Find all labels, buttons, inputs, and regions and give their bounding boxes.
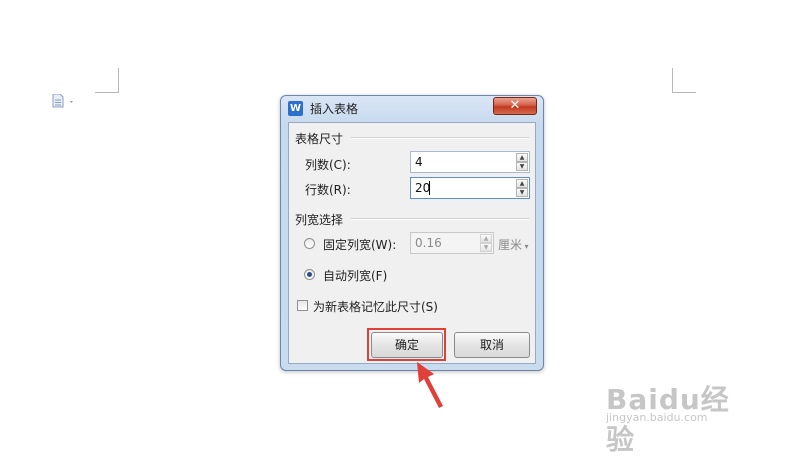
fixed-width-radio[interactable] [304,238,315,249]
insert-table-dialog: W 插入表格 ✕ 表格尺寸 列数(C): 4 ▲ ▼ 行数(R): 20 ▲ ▼ [280,95,544,371]
dialog-title: 插入表格 [310,102,359,116]
rows-down-icon[interactable]: ▼ [516,188,528,197]
dialog-body: 表格尺寸 列数(C): 4 ▲ ▼ 行数(R): 20 ▲ ▼ 列宽选择 固定列… [288,122,536,364]
auto-width-radio[interactable] [304,269,315,280]
watermark-url: jingyan.baidu.com [606,411,708,424]
unit-label: 厘米 [498,238,523,252]
remember-size-label[interactable]: 为新表格记忆此尺寸(S) [313,298,438,315]
page-corner-top-right-vertical [672,68,673,93]
section-title-table-size: 表格尺寸 [295,132,344,146]
dropdown-caret-icon: ▾ [522,242,529,251]
rows-up-icon[interactable]: ▲ [516,179,528,188]
remember-size-checkbox[interactable] [297,300,308,311]
wps-writer-icon: W [288,101,303,116]
columns-spin-buttons: ▲ ▼ [516,152,529,172]
text-caret [429,181,430,195]
unit-select: 厘米 ▾ [498,236,529,253]
page-corner-top-left-vertical [118,68,119,93]
fixed-width-input: 0.16 [415,236,442,250]
rows-label: 行数(R): [305,183,351,197]
dialog-titlebar[interactable]: W 插入表格 ✕ [281,96,543,121]
columns-down-icon[interactable]: ▼ [516,162,528,171]
fixed-width-spin-buttons: ▲ ▼ [480,233,493,253]
section-divider [351,137,529,139]
pointer-arrow-icon [417,362,443,408]
fixed-width-down-icon: ▼ [480,243,492,252]
rows-input[interactable]: 20 [415,181,430,195]
close-button[interactable]: ✕ [493,97,537,115]
close-icon: ✕ [509,98,521,113]
columns-stepper[interactable]: 4 ▲ ▼ [410,151,530,173]
ok-button[interactable]: 确定 [371,332,443,358]
baidu-watermark: Baidu经验 jingyan.baidu.com [606,378,756,456]
fixed-width-stepper: 0.16 ▲ ▼ [410,232,494,254]
document-icon[interactable] [52,94,76,108]
section-title-column-width: 列宽选择 [295,213,344,227]
page-corner-top-left-horizontal [95,92,119,93]
page-corner-top-right-horizontal [672,92,696,93]
cancel-button[interactable]: 取消 [454,332,530,358]
rows-spin-buttons: ▲ ▼ [516,178,529,198]
columns-input[interactable]: 4 [415,155,423,169]
fixed-width-label[interactable]: 固定列宽(W): [323,236,396,253]
section-divider [351,218,529,220]
rows-stepper[interactable]: 20 ▲ ▼ [410,177,530,199]
columns-up-icon[interactable]: ▲ [516,153,528,162]
auto-width-label[interactable]: 自动列宽(F) [323,267,387,284]
columns-label: 列数(C): [305,158,351,172]
fixed-width-up-icon: ▲ [480,234,492,243]
